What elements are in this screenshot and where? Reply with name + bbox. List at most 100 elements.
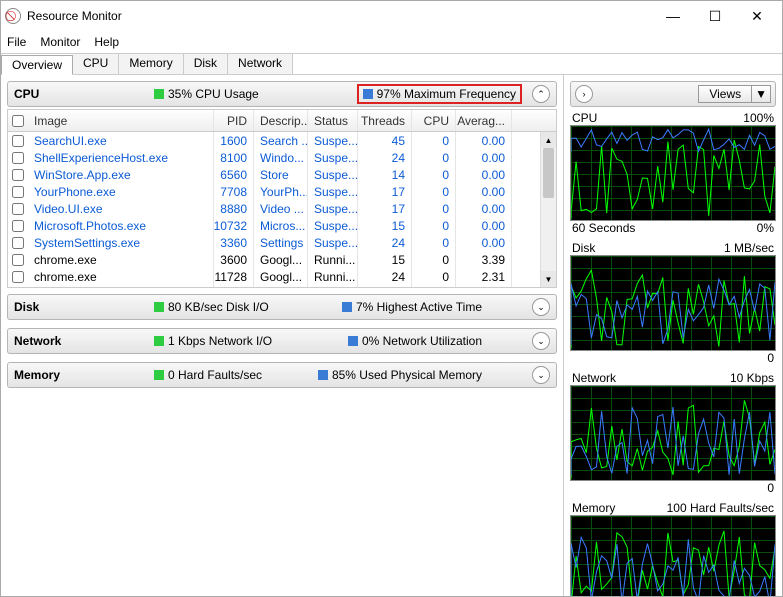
header-cpu[interactable]: CPU (412, 110, 456, 131)
scroll-thumb[interactable] (543, 148, 554, 198)
graph-title: Network (572, 371, 616, 385)
disk-section-title: Disk (14, 300, 154, 314)
views-button[interactable]: Views (698, 85, 752, 103)
header-image[interactable]: Image (28, 110, 214, 131)
graph-foot-right: 0% (757, 221, 774, 235)
header-checkbox[interactable] (8, 110, 28, 131)
cell-threads: 24 (358, 234, 412, 251)
cell-cpu: 0 (412, 285, 456, 287)
table-row[interactable]: perfmon.exe3524Resou...Runni...1702.00 (8, 285, 556, 287)
cell-threads: 24 (358, 149, 412, 166)
table-row[interactable]: chrome.exe3600Googl...Runni...1503.39 (8, 251, 556, 268)
minimize-button[interactable]: ― (652, 2, 694, 30)
cell-average: 0.00 (456, 149, 512, 166)
cpu-freq-icon (363, 89, 373, 99)
header-description[interactable]: Descrip... (254, 110, 308, 131)
table-row[interactable]: WinStore.App.exe6560StoreSuspe...1400.00 (8, 166, 556, 183)
cpu-process-table: Image PID Descrip... Status Threads CPU … (7, 109, 557, 288)
scroll-up-icon[interactable]: ▲ (541, 132, 556, 148)
row-checkbox[interactable] (8, 149, 28, 166)
network-expand-icon[interactable]: ⌄ (532, 332, 550, 350)
cell-description: Video ... (254, 200, 308, 217)
tab-network[interactable]: Network (228, 54, 293, 74)
scroll-down-icon[interactable]: ▼ (541, 271, 556, 287)
tab-cpu[interactable]: CPU (73, 54, 119, 74)
tab-strip: Overview CPU Memory Disk Network (1, 53, 782, 75)
memory-section-header[interactable]: Memory 0 Hard Faults/sec 85% Used Physic… (7, 362, 557, 388)
mem-used-text: 85% Used Physical Memory (332, 368, 482, 382)
cell-pid: 3524 (214, 285, 254, 287)
cell-image: Microsoft.Photos.exe (28, 217, 214, 234)
row-checkbox[interactable] (8, 200, 28, 217)
cell-status: Suspe... (308, 217, 358, 234)
row-checkbox[interactable] (8, 166, 28, 183)
net-util-icon (348, 336, 358, 346)
cell-description: Settings (254, 234, 308, 251)
table-row[interactable]: YourPhone.exe7708YourPh...Suspe...1700.0… (8, 183, 556, 200)
row-checkbox[interactable] (8, 285, 28, 287)
disk-active-icon (342, 302, 352, 312)
graph-cpu: CPU100%60 Seconds0% (570, 111, 776, 235)
table-row[interactable]: ShellExperienceHost.exe8100Windo...Suspe… (8, 149, 556, 166)
row-checkbox[interactable] (8, 183, 28, 200)
table-row[interactable]: SystemSettings.exe3360SettingsSuspe...24… (8, 234, 556, 251)
graph-foot-left: 60 Seconds (572, 221, 635, 235)
cell-cpu: 0 (412, 200, 456, 217)
cell-cpu: 0 (412, 166, 456, 183)
graph-scale: 100 Hard Faults/sec (667, 501, 774, 515)
cell-threads: 17 (358, 200, 412, 217)
disk-expand-icon[interactable]: ⌄ (532, 298, 550, 316)
cell-image: Video.UI.exe (28, 200, 214, 217)
cell-average: 0.00 (456, 132, 512, 149)
disk-section-header[interactable]: Disk 80 KB/sec Disk I/O 7% Highest Activ… (7, 294, 557, 320)
cell-description: Windo... (254, 149, 308, 166)
table-scrollbar[interactable]: ▲ ▼ (540, 132, 556, 287)
menu-monitor[interactable]: Monitor (40, 35, 80, 49)
cpu-collapse-icon[interactable]: ⌃ (532, 85, 550, 103)
menu-help[interactable]: Help (94, 35, 119, 49)
tab-overview[interactable]: Overview (1, 55, 73, 75)
cpu-section-header[interactable]: CPU 35% CPU Usage 97% Maximum Frequency … (7, 81, 557, 107)
row-checkbox[interactable] (8, 251, 28, 268)
cell-pid: 3600 (214, 251, 254, 268)
header-average[interactable]: Averag... (456, 110, 512, 131)
table-row[interactable]: Microsoft.Photos.exe10732Micros...Suspe.… (8, 217, 556, 234)
views-dropdown-icon[interactable]: ▼ (752, 85, 771, 103)
table-row[interactable]: SearchUI.exe1600Search ...Suspe...4500.0… (8, 132, 556, 149)
cell-status: Runni... (308, 285, 358, 287)
row-checkbox[interactable] (8, 217, 28, 234)
graph-network: Network10 Kbps0 (570, 371, 776, 495)
cell-image: ShellExperienceHost.exe (28, 149, 214, 166)
cell-status: Suspe... (308, 166, 358, 183)
header-pid[interactable]: PID (214, 110, 254, 131)
row-checkbox[interactable] (8, 132, 28, 149)
header-threads[interactable]: Threads (358, 110, 412, 131)
network-section-title: Network (14, 334, 154, 348)
maximize-button[interactable]: ☐ (694, 2, 736, 30)
cell-average: 2.00 (456, 285, 512, 287)
network-section-header[interactable]: Network 1 Kbps Network I/O 0% Network Ut… (7, 328, 557, 354)
cell-average: 0.00 (456, 183, 512, 200)
table-row[interactable]: Video.UI.exe8880Video ...Suspe...1700.00 (8, 200, 556, 217)
tab-memory[interactable]: Memory (119, 54, 183, 74)
graph-memory: Memory100 Hard Faults/sec (570, 501, 776, 596)
graph-scale: 10 Kbps (730, 371, 774, 385)
tab-disk[interactable]: Disk (184, 54, 228, 74)
cell-average: 0.00 (456, 166, 512, 183)
table-header: Image PID Descrip... Status Threads CPU … (8, 110, 556, 132)
cell-image: SystemSettings.exe (28, 234, 214, 251)
menu-file[interactable]: File (7, 35, 26, 49)
cell-pid: 1600 (214, 132, 254, 149)
cell-average: 0.00 (456, 217, 512, 234)
cell-description: YourPh... (254, 183, 308, 200)
cell-status: Suspe... (308, 183, 358, 200)
table-row[interactable]: chrome.exe11728Googl...Runni...2402.31 (8, 268, 556, 285)
header-status[interactable]: Status (308, 110, 358, 131)
memory-expand-icon[interactable]: ⌄ (532, 366, 550, 384)
row-checkbox[interactable] (8, 268, 28, 285)
graph-canvas (570, 255, 776, 351)
graphs-collapse-icon[interactable]: › (575, 85, 593, 103)
row-checkbox[interactable] (8, 234, 28, 251)
close-button[interactable]: ✕ (736, 2, 778, 30)
cpu-usage-text: 35% CPU Usage (168, 87, 259, 101)
